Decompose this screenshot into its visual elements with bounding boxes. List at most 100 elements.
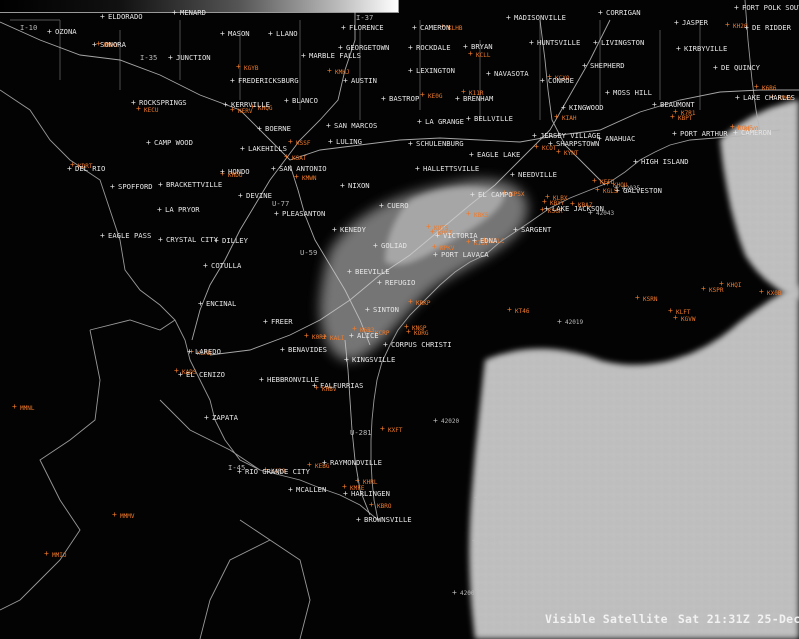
city-label: BLANCO: [292, 96, 318, 105]
city-label: KINGWOOD: [569, 103, 604, 112]
city-label: KINGSVILLE: [352, 355, 395, 364]
city-label: OZONA: [55, 27, 77, 36]
city-marker: +: [408, 66, 413, 75]
city-label: BASTROP: [389, 94, 419, 103]
city-marker: +: [373, 241, 378, 250]
city-marker: +: [338, 43, 343, 52]
city-label: ROCKSPRINGS: [139, 98, 187, 107]
station-label: MMNL: [20, 405, 35, 412]
station-marker: +: [408, 297, 413, 306]
station-marker: +: [112, 510, 117, 519]
highway-label: U-77: [272, 199, 289, 208]
city-label: NIXON: [348, 181, 370, 190]
city-label: BENAVIDES: [288, 345, 327, 354]
city-marker: +: [408, 139, 413, 148]
city-marker: +: [598, 8, 603, 17]
station-marker: +: [426, 222, 431, 231]
station-marker: +: [595, 185, 600, 194]
station-marker: +: [668, 306, 673, 315]
city-marker: +: [198, 299, 203, 308]
city-marker: +: [529, 38, 534, 47]
station-label: KHQI: [727, 282, 742, 289]
city-marker: +: [158, 235, 163, 244]
city-label: COTULLA: [211, 261, 242, 270]
station-marker: +: [554, 112, 559, 121]
city-marker: +: [417, 117, 422, 126]
city-label: KENEDY: [340, 225, 367, 234]
city-label: SHARPSTOWN: [556, 139, 599, 148]
city-label: ENCINAL: [206, 299, 236, 308]
station-label: KXFT: [388, 427, 403, 434]
city-marker: +: [532, 131, 537, 140]
city-label: MCALLEN: [296, 485, 326, 494]
station-marker: +: [284, 152, 289, 161]
city-marker: +: [268, 29, 273, 38]
cloud-cover: [319, 100, 799, 639]
city-label: LA PRYOR: [165, 205, 200, 214]
city-label: BEAUMONT: [660, 100, 695, 109]
city-label: MASON: [228, 29, 250, 38]
city-label: HUNTSVILLE: [537, 38, 580, 47]
city-label: NEEDVILLE: [518, 170, 557, 179]
station-marker: +: [635, 293, 640, 302]
city-label: BRYAN: [471, 42, 493, 51]
station-label: KORG: [414, 330, 429, 337]
city-label: FORT POLK SOUTH: [742, 3, 799, 12]
mexico-state-line: [0, 319, 311, 639]
station-marker: +: [759, 287, 764, 296]
city-marker: +: [343, 76, 348, 85]
station-label: KMHJ: [335, 69, 349, 76]
city-marker: +: [280, 345, 285, 354]
buoy-label: 42020: [441, 418, 459, 425]
city-label: SAN ANTONIO: [279, 164, 327, 173]
city-label: DEL RIO: [75, 164, 105, 173]
station-marker: +: [304, 331, 309, 340]
satellite-map: I-10 I-35 I-37 U-77 U-59 U-281 I-45 +42019 +420…: [0, 0, 799, 639]
city-marker: +: [157, 205, 162, 214]
city-label: CAMERON: [420, 23, 450, 32]
city-label: ALICE: [357, 331, 379, 340]
city-marker: +: [100, 231, 105, 240]
city-marker: +: [463, 42, 468, 51]
city-marker: +: [734, 3, 739, 12]
city-marker: +: [735, 93, 740, 102]
city-marker: +: [230, 76, 235, 85]
station-label: KRKP: [416, 300, 431, 307]
highway-label: I-35: [140, 53, 157, 62]
city-label: EL CAMPO: [478, 190, 513, 199]
city-marker: +: [548, 139, 553, 148]
city-label: LLANO: [276, 29, 298, 38]
city-marker: +: [605, 88, 610, 97]
city-marker: +: [412, 23, 417, 32]
city-label: CRYSTAL CITY: [166, 235, 219, 244]
city-label: CONROE: [548, 76, 574, 85]
city-label: DE RIDDER: [752, 23, 792, 32]
city-label: EDNA: [480, 236, 498, 245]
city-label: PORT LAVACA: [441, 250, 489, 259]
highway-label: U-281: [350, 428, 372, 437]
station-marker: +: [406, 327, 411, 336]
station-label: KSSF: [296, 140, 311, 147]
city-marker: +: [455, 94, 460, 103]
city-marker: +: [513, 225, 518, 234]
buoy-label: 42044: [482, 495, 500, 502]
city-marker: +: [544, 204, 549, 213]
city-marker: +: [158, 180, 163, 189]
city-marker: +: [263, 317, 268, 326]
city-label: LAKEHILLS: [248, 144, 287, 153]
city-label: SCHULENBURG: [416, 139, 464, 148]
city-label: HALLETTSVILLE: [423, 164, 479, 173]
city-marker: +: [472, 236, 477, 245]
station-label: K6R6: [762, 85, 777, 92]
city-marker: +: [470, 190, 475, 199]
city-marker: +: [259, 375, 264, 384]
station-marker: +: [380, 424, 385, 433]
city-marker: +: [415, 164, 420, 173]
city-marker: +: [469, 150, 474, 159]
station-label: KLBX: [553, 195, 568, 202]
buoy-label: 42045: [480, 538, 498, 545]
city-label: PLEASANTON: [282, 209, 325, 218]
city-label: HONDO: [228, 167, 250, 176]
city-marker: +: [204, 413, 209, 422]
city-label: GEORGETOWN: [346, 43, 389, 52]
